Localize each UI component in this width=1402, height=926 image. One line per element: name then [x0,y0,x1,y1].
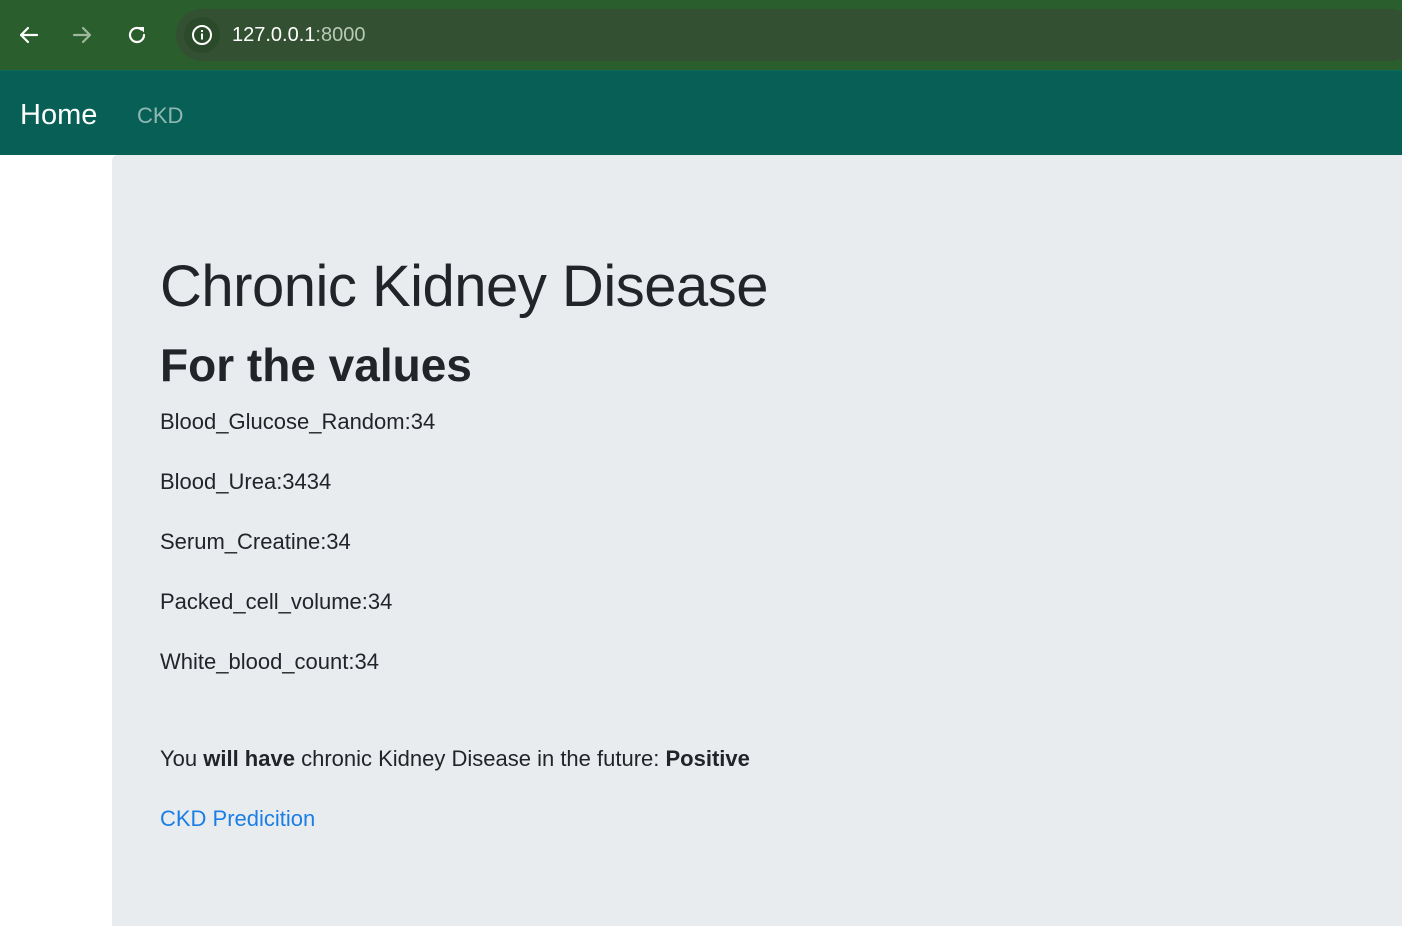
browser-toolbar: 127.0.0.1:8000 [0,0,1402,70]
info-icon [192,25,212,45]
prediction-result: You will have chronic Kidney Disease in … [160,744,750,774]
result-outcome: Positive [665,746,750,771]
address-bar[interactable]: 127.0.0.1:8000 [176,9,1402,61]
back-arrow-icon [19,26,39,44]
nav-brand-home[interactable]: Home [20,97,97,133]
page-title: Chronic Kidney Disease [160,254,768,319]
value-white-blood-count: White_blood_count:34 [160,649,379,674]
value-packed-cell-volume: Packed_cell_volume:34 [160,589,393,614]
reload-icon [128,26,146,44]
values-heading: For the values [160,339,472,391]
nav-link-ckd[interactable]: CKD [137,102,183,130]
forward-arrow-icon [72,26,92,44]
url-text[interactable]: 127.0.0.1:8000 [232,23,365,47]
values-list: Blood_Glucose_Random:34 Blood_Urea:3434 … [160,407,435,707]
back-button[interactable] [10,16,48,54]
value-blood-urea: Blood_Urea:3434 [160,469,332,494]
result-prefix: You [160,746,204,771]
forward-button[interactable] [63,16,101,54]
result-panel: Chronic Kidney Disease For the values Bl… [112,155,1402,926]
site-info-button[interactable] [184,17,220,53]
ckd-prediction-link[interactable]: CKD Predicition [160,804,315,834]
url-port: :8000 [315,24,366,46]
reload-button[interactable] [118,16,156,54]
result-emphasis: will have [203,746,295,771]
value-blood-glucose-random: Blood_Glucose_Random:34 [160,409,436,434]
url-host: 127.0.0.1 [232,24,316,46]
value-serum-creatine: Serum_Creatine:34 [160,529,351,554]
result-middle: chronic Kidney Disease in the future: [294,746,666,771]
app-navbar: Home CKD [0,70,1402,155]
